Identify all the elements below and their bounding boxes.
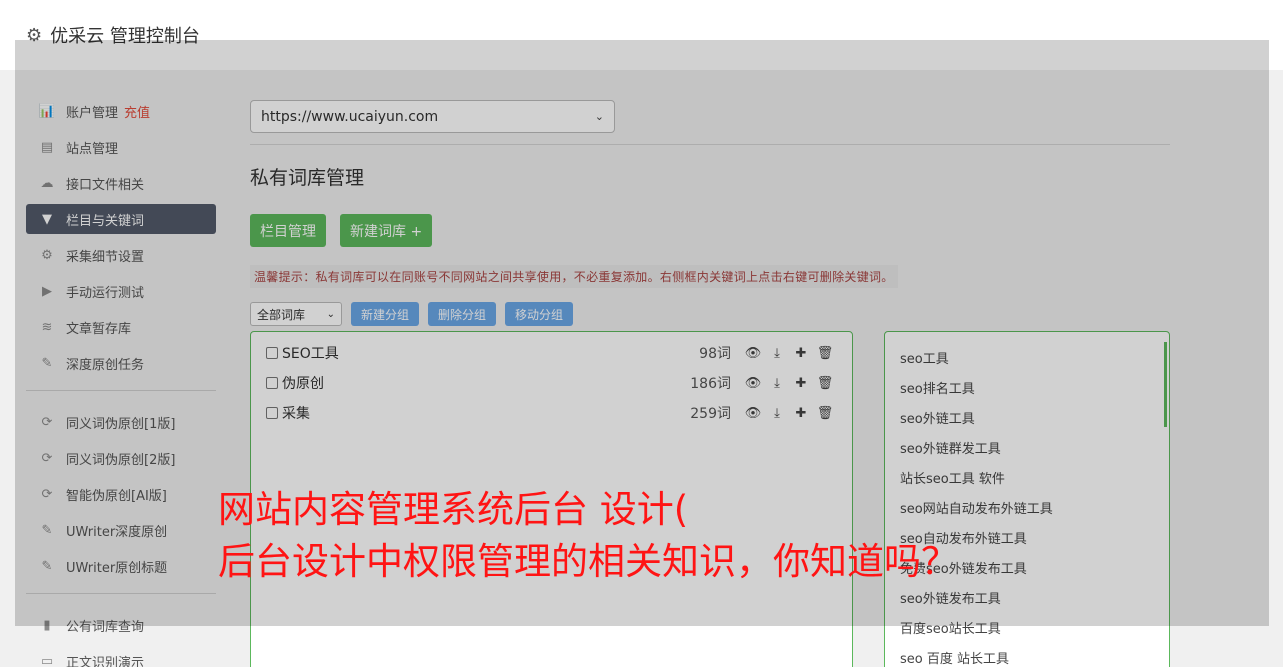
headline-line-2: 后台设计中权限管理的相关知识，你知道吗？ xyxy=(218,540,958,583)
sidebar-item-label: 正文识别演示 xyxy=(66,655,145,667)
sidebar-item[interactable]: ▭ 正文识别演示 xyxy=(26,646,216,667)
keyword-item[interactable]: seo 百度 站长工具 xyxy=(885,642,1169,667)
headline-line-1: 网站内容管理系统后台 设计( xyxy=(218,488,689,531)
desktop-icon: ▭ xyxy=(40,653,54,667)
overlay-headline: 网站内容管理系统后台 设计( 后台设计中权限管理的相关知识，你知道吗？ xyxy=(218,484,958,588)
